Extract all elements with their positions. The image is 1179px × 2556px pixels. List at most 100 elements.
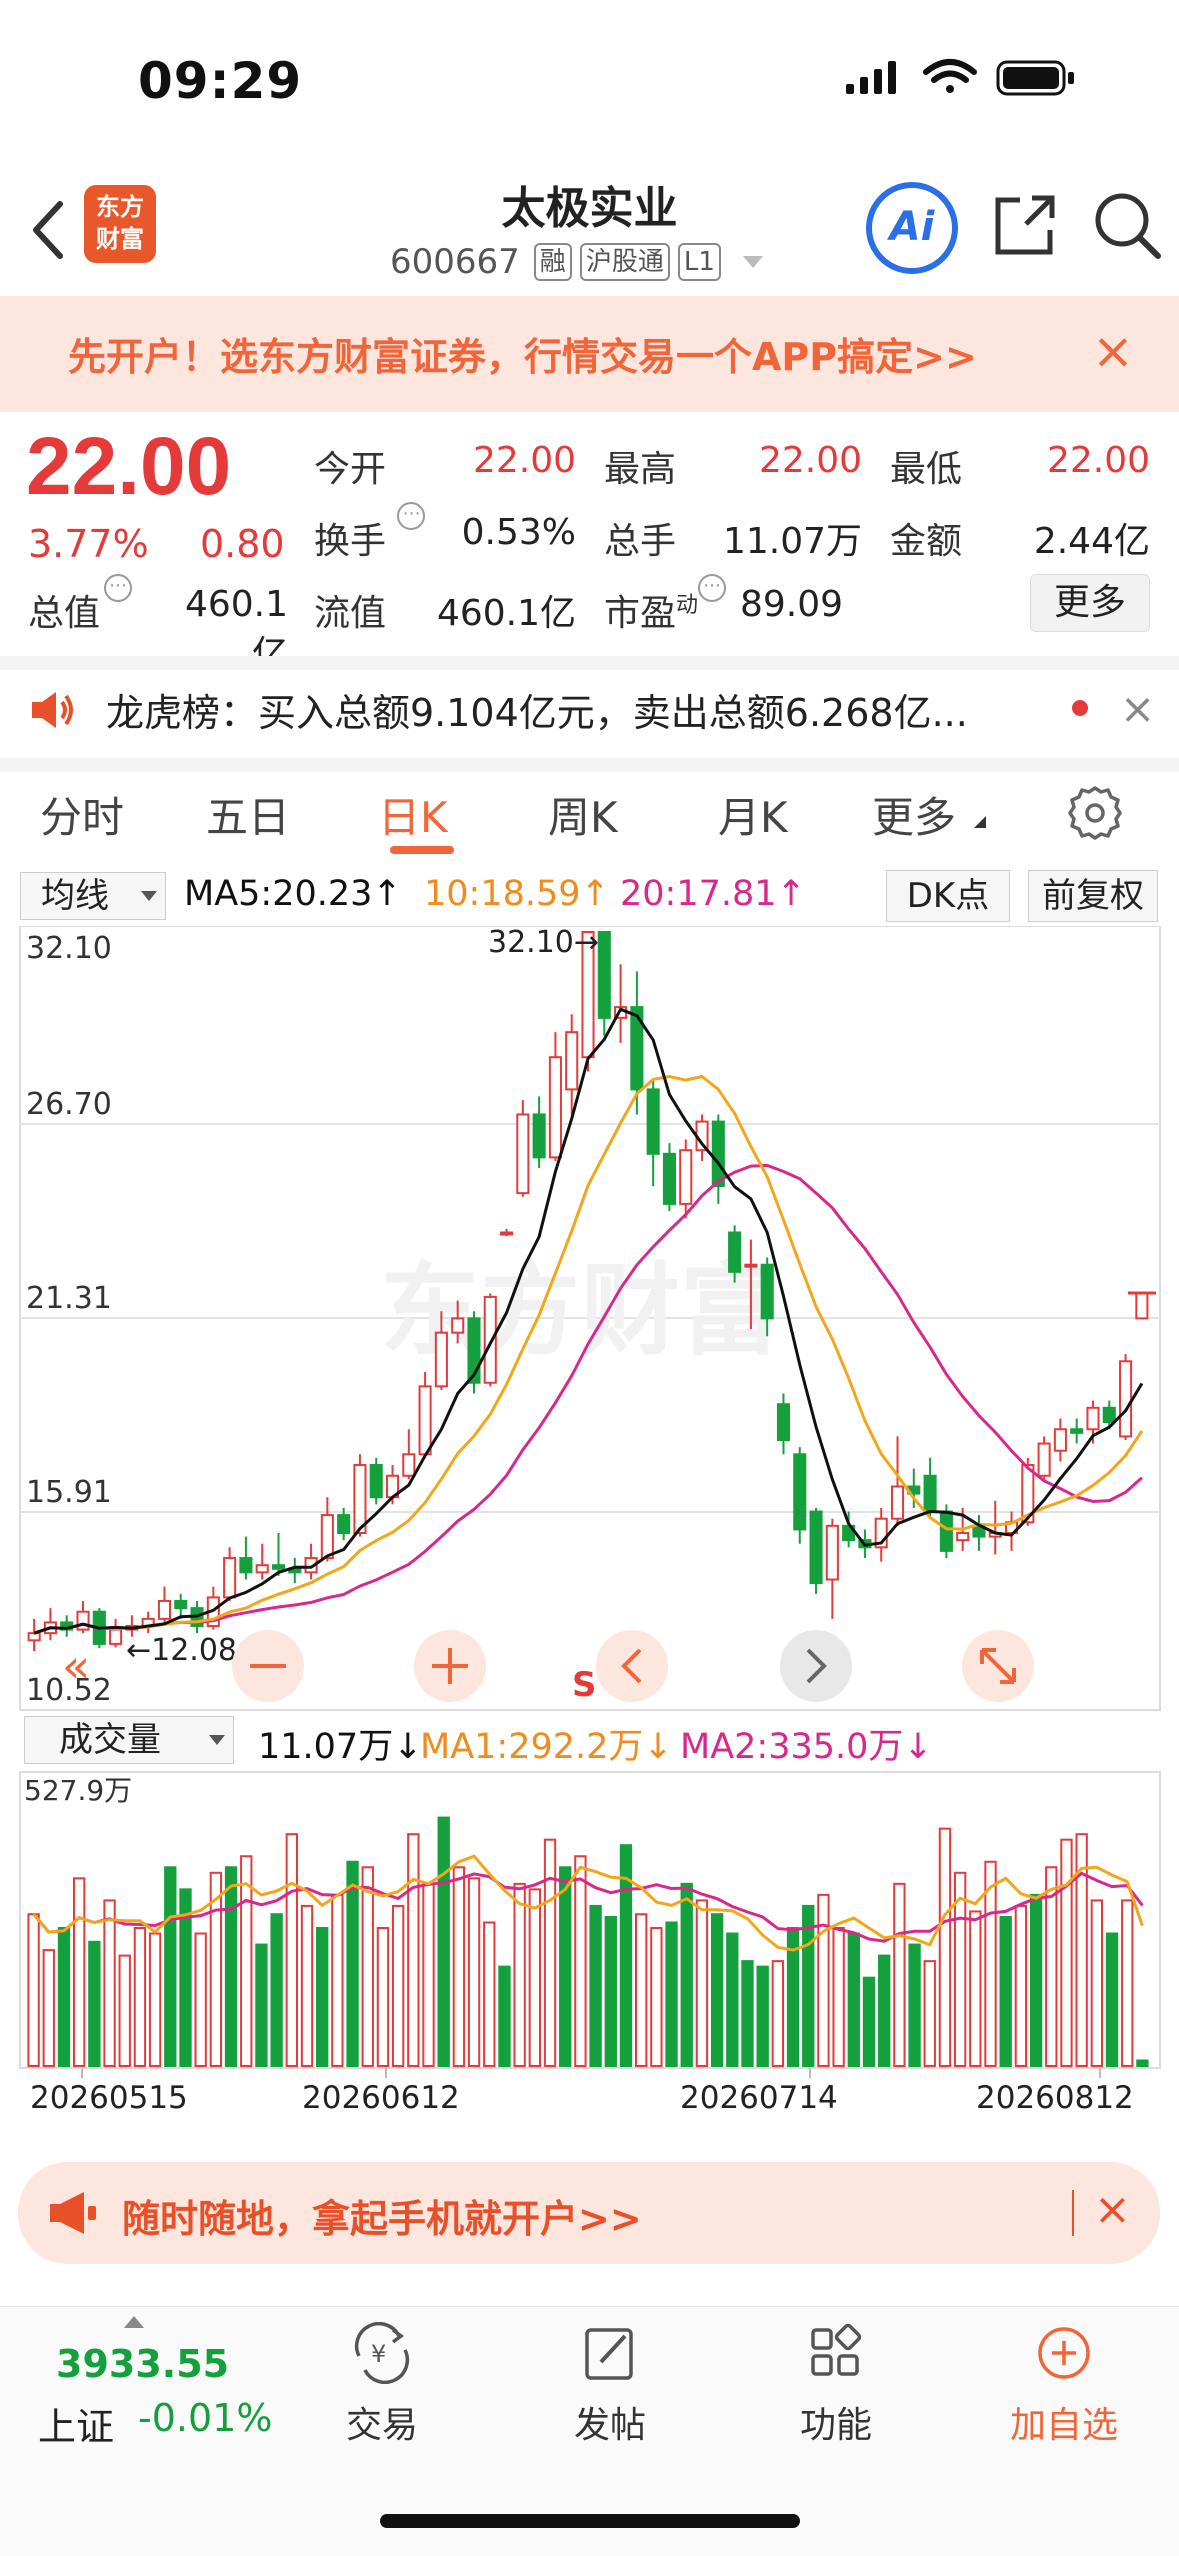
candle-body <box>760 1263 774 1320</box>
candle <box>516 1100 530 1197</box>
low-label: 最低 <box>890 449 963 490</box>
share-icon[interactable] <box>990 190 1060 260</box>
gear-icon[interactable] <box>1066 784 1124 842</box>
candle-body <box>239 1557 253 1574</box>
volume-chart[interactable]: 527.9万 20260515 20260612 20260714 202608… <box>0 1710 1179 2150</box>
close-icon[interactable]: × <box>1094 2184 1131 2235</box>
scroll-left-fast-button[interactable]: « <box>62 1639 90 1693</box>
info-icon[interactable]: ⋯ <box>104 574 133 602</box>
volume-bar <box>847 1932 860 2068</box>
tab-more[interactable]: 更多 <box>872 784 956 845</box>
svg-text:¥: ¥ <box>371 2340 386 2368</box>
index-change[interactable]: -0.01% <box>138 2396 272 2440</box>
expand-up-icon[interactable] <box>124 2316 144 2328</box>
candle-body <box>1053 1428 1067 1452</box>
candle-body <box>1119 1360 1133 1438</box>
more-button[interactable]: 更多 <box>1030 574 1150 632</box>
scroll-right-button[interactable] <box>780 1630 852 1702</box>
tag-connect: 沪股通 <box>579 243 670 281</box>
candle-body <box>1102 1406 1116 1424</box>
volume-bar <box>467 1877 481 2067</box>
info-icon[interactable]: ⋯ <box>698 574 727 602</box>
low-value: 22.00 <box>1046 440 1150 481</box>
divider <box>0 656 1179 670</box>
pe-value: 89.09 <box>740 584 844 625</box>
promo-text[interactable]: 先开户！选东方财富证券，行情交易一个APP搞定>> <box>68 326 1068 381</box>
candle-body <box>711 1120 725 1187</box>
tab-week-k[interactable]: 周K <box>548 784 618 845</box>
turnover-label-text: 换手 <box>314 521 387 562</box>
nav-post-label: 发帖 <box>573 2405 646 2446</box>
candle-body <box>809 1510 823 1585</box>
nav-post[interactable]: 发帖 <box>540 2322 680 2448</box>
volume-bar <box>634 1913 648 2067</box>
indicator-select[interactable]: 均线 <box>20 872 166 920</box>
dk-point-button[interactable]: DK点 <box>886 870 1010 922</box>
candle-body <box>565 1031 579 1091</box>
close-icon[interactable]: × <box>1120 684 1155 733</box>
candle <box>369 1457 383 1505</box>
nav-trade-label: 交易 <box>345 2405 418 2446</box>
tab-day-k[interactable]: 日K <box>378 784 448 845</box>
volume-bar <box>680 1882 693 2067</box>
chevron-down-icon <box>141 891 157 901</box>
candle-body <box>271 1564 286 1570</box>
candle <box>646 1078 660 1186</box>
volume-label: 总手 <box>604 521 677 562</box>
volume-bar <box>559 1866 572 2068</box>
candle-body <box>500 1231 514 1236</box>
account-promo-text[interactable]: 随时随地，拿起手机就开户>> <box>122 2188 642 2243</box>
adjust-button[interactable]: 前复权 <box>1028 870 1158 922</box>
zoom-in-button[interactable] <box>414 1630 486 1702</box>
volume-bar <box>361 1866 374 2068</box>
candle-body <box>109 1628 123 1645</box>
volume-bar <box>574 1855 587 2067</box>
dragon-tiger-text[interactable]: 龙虎榜：买入总额9.104亿元，卖出总额6.268亿... <box>106 682 1026 737</box>
pe-label-text: 市盈 <box>604 593 677 634</box>
mktcap-label: 总值⋯ <box>28 574 133 636</box>
index-name[interactable]: 上证 <box>38 2396 114 2451</box>
candle <box>662 1143 676 1212</box>
stock-code-row[interactable]: 600667 融 沪股通 L1 <box>390 240 763 284</box>
candle-body <box>434 1331 448 1388</box>
divider <box>1072 2190 1074 2236</box>
candle-body <box>369 1464 383 1499</box>
scroll-left-button[interactable] <box>596 1630 668 1702</box>
tab-month-k[interactable]: 月K <box>718 784 788 845</box>
tag-level: L1 <box>677 243 721 281</box>
volume-bar <box>255 1943 268 2068</box>
nav-add-watchlist[interactable]: 加自选 <box>994 2322 1134 2448</box>
y-label-4: 15.91 <box>26 1475 112 1510</box>
nav-trade[interactable]: ¥ 交易 <box>312 2322 452 2448</box>
candlestick-chart[interactable]: 东方财富 32.10 26.70 21.31 15.91 10.52 32.10… <box>0 926 1179 1716</box>
tab-five-day[interactable]: 五日 <box>206 784 290 845</box>
candle-body <box>646 1088 660 1155</box>
candle <box>972 1515 986 1551</box>
date-label-1: 20260515 <box>30 2080 188 2116</box>
sell-signal-marker: S <box>572 1665 597 1705</box>
close-icon[interactable]: × <box>1092 322 1134 380</box>
date-label-3: 20260714 <box>680 2080 838 2116</box>
tab-intraday[interactable]: 分时 <box>40 784 124 845</box>
volume-bar <box>483 1921 496 2067</box>
volume-bar <box>164 1866 177 2068</box>
ma20-line <box>33 1163 1143 1635</box>
chevron-down-icon[interactable] <box>742 256 763 268</box>
nav-functions[interactable]: 功能 <box>766 2322 906 2448</box>
volume-bar <box>133 1927 147 2067</box>
candle-body <box>451 1317 465 1334</box>
y-label-3: 21.31 <box>26 1281 112 1316</box>
search-icon[interactable] <box>1090 188 1162 260</box>
candle-body <box>776 1403 791 1441</box>
index-value[interactable]: 3933.55 <box>56 2342 229 2386</box>
candle-body <box>679 1149 693 1205</box>
mktcap-label-text: 总值 <box>28 593 101 634</box>
candle-body <box>1086 1406 1100 1431</box>
expand-icon[interactable] <box>962 1630 1034 1702</box>
zoom-out-button[interactable] <box>232 1630 304 1702</box>
volume-bar <box>665 1921 678 2067</box>
ai-button[interactable]: Ai <box>866 182 958 274</box>
candle-body <box>793 1453 807 1531</box>
info-icon[interactable]: ⋯ <box>397 502 426 530</box>
volume-bar <box>878 1954 891 2067</box>
